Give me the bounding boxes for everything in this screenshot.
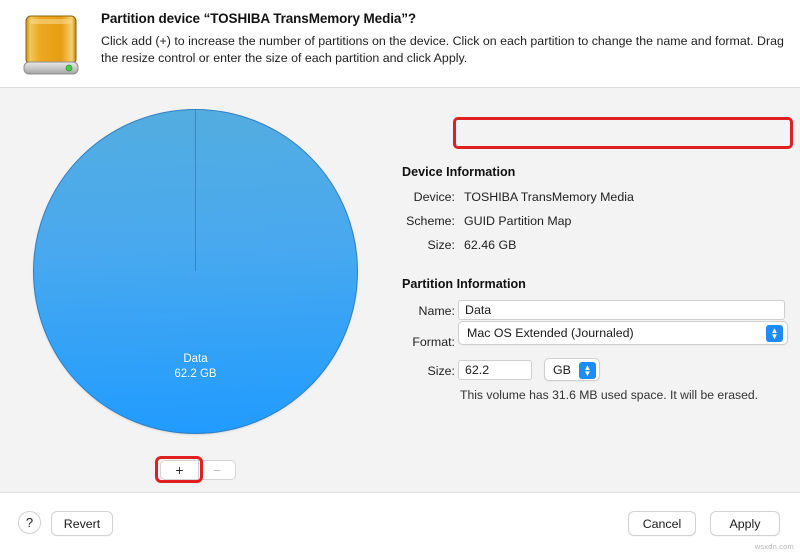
format-select-highlight-annotation (453, 117, 793, 149)
partition-format-select[interactable]: Mac OS Extended (Journaled) ▲ ▼ (458, 321, 788, 345)
scheme-row-value: GUID Partition Map (464, 214, 572, 228)
page-title: Partition device “TOSHIBA TransMemory Me… (101, 11, 417, 26)
device-row-label: Device: (413, 190, 455, 204)
header-description: Click add (+) to increase the number of … (101, 34, 784, 65)
add-partition-button[interactable]: + (160, 460, 198, 480)
partition-format-value: Mac OS Extended (Journaled) (467, 326, 634, 340)
format-field-label: Format: (412, 335, 455, 349)
external-hard-drive-icon (22, 12, 80, 78)
device-information-title: Device Information (402, 165, 516, 179)
partition-size-input[interactable] (458, 360, 532, 380)
dialog-header: Partition device “TOSHIBA TransMemory Me… (0, 0, 800, 88)
size-row-value: 62.46 GB (464, 238, 517, 252)
scheme-row-label: Scheme: (406, 214, 455, 228)
partition-information-title: Partition Information (402, 277, 526, 291)
chevron-updown-icon-unit[interactable]: ▲ ▼ (579, 362, 596, 379)
partition-name-input[interactable] (458, 300, 785, 320)
partition-size-label: Size: (427, 364, 455, 378)
size-row-label: Size: (427, 238, 455, 252)
device-row-value: TOSHIBA TransMemory Media (464, 190, 634, 204)
help-button[interactable]: ? (18, 511, 41, 534)
chevron-updown-icon[interactable]: ▲ ▼ (766, 325, 783, 342)
apply-button[interactable]: Apply (710, 511, 780, 536)
watermark: wsxdn.com (754, 542, 794, 551)
partition-size-unit-value: GB (553, 362, 571, 377)
partition-pie-chart[interactable]: Data 62.2 GB (33, 109, 358, 434)
used-space-note: This volume has 31.6 MB used space. It w… (460, 388, 759, 402)
pie-slice-label: Data 62.2 GB (33, 352, 358, 382)
revert-button[interactable]: Revert (51, 511, 113, 536)
dialog-body: Data 62.2 GB + − Device Information Devi… (0, 89, 800, 492)
header-text-block: Partition device “TOSHIBA TransMemory Me… (101, 11, 787, 67)
pie-divider-line (195, 110, 196, 271)
information-panel: Device Information Device: TOSHIBA Trans… (398, 89, 800, 492)
cancel-button[interactable]: Cancel (628, 511, 696, 536)
pie-slice-name: Data (183, 353, 208, 365)
name-field-label: Name: (418, 304, 456, 318)
partition-size-unit-select[interactable]: GB ▲ ▼ (544, 358, 600, 381)
remove-partition-button[interactable]: − (198, 460, 236, 480)
partition-add-remove-group[interactable]: + − (160, 460, 236, 480)
pie-slice-size: 62.2 GB (174, 368, 217, 380)
